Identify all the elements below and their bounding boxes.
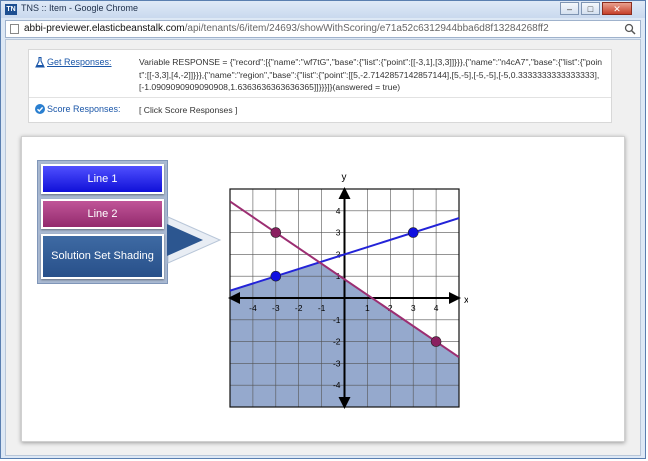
- get-responses-row: Get Responses: Variable RESPONSE = {"rec…: [29, 50, 611, 98]
- x-tick-label: 3: [411, 303, 416, 313]
- x-tick-label: -3: [272, 303, 280, 313]
- line-2-point: [430, 336, 442, 347]
- score-responses-row: Score Responses: [ Click Score Responses…: [29, 98, 611, 122]
- y-tick-label: -4: [333, 380, 341, 390]
- page-viewport: Get Responses: Variable RESPONSE = {"rec…: [5, 39, 641, 456]
- get-responses-link[interactable]: Get Responses:: [47, 57, 112, 67]
- x-tick-label: 1: [365, 303, 370, 313]
- line-1-point: [270, 270, 282, 282]
- y-tick-label: -2: [333, 337, 341, 347]
- x-axis-label: x: [464, 295, 468, 306]
- solution-shading-button[interactable]: Solution Set Shading: [41, 234, 164, 279]
- selected-tool-pointer-icon: [167, 216, 222, 264]
- y-tick-label: -3: [333, 358, 341, 368]
- line-2-button[interactable]: Line 2: [41, 199, 164, 229]
- address-bar[interactable]: abbi-previewer.elasticbeanstalk.com/api/…: [5, 20, 641, 38]
- score-result-text: [ Click Score Responses ]: [139, 105, 238, 115]
- url-path: /api/tenants/6/item/24693/showWithScorin…: [184, 23, 549, 34]
- close-button[interactable]: ✕: [602, 2, 632, 15]
- tool-palette: Line 1 Line 2 Solution Set Shading: [37, 160, 168, 284]
- app-logo-icon: TN: [5, 4, 17, 15]
- check-circle-icon: [35, 104, 45, 114]
- line-1-button[interactable]: Line 1: [41, 164, 164, 194]
- line-1-point: [407, 227, 419, 238]
- x-tick-label: -4: [249, 303, 257, 313]
- flask-icon: [35, 57, 45, 68]
- title-bar: TN TNS :: Item - Google Chrome – □ ✕: [1, 1, 645, 18]
- x-tick-label: 4: [434, 303, 439, 313]
- page-icon: [10, 24, 19, 34]
- maximize-button[interactable]: □: [581, 2, 600, 15]
- x-tick-label: -2: [295, 303, 303, 313]
- line-2-point: [270, 227, 282, 238]
- browser-window: TN TNS :: Item - Google Chrome – □ ✕ abb…: [0, 0, 646, 459]
- response-variable-text: Variable RESPONSE = {"record":[{"name":"…: [139, 57, 603, 92]
- y-axis-label: y: [342, 172, 347, 183]
- y-tick-label: 4: [336, 206, 341, 216]
- x-tick-label: -1: [318, 303, 326, 313]
- search-icon[interactable]: [624, 23, 636, 35]
- score-responses-link[interactable]: Score Responses:: [47, 104, 121, 114]
- response-panel: Get Responses: Variable RESPONSE = {"rec…: [28, 49, 612, 123]
- minimize-button[interactable]: –: [560, 2, 579, 15]
- graphing-item: Line 1 Line 2 Solution Set Shading x y -4 -…: [21, 136, 625, 442]
- window-title: TNS :: Item - Google Chrome: [21, 3, 139, 13]
- coordinate-graph[interactable]: xy-4 -3 -2 -1 1 2 3 4-4-3-2-11234: [220, 167, 468, 409]
- y-tick-label: -1: [333, 315, 341, 325]
- url-host: abbi-previewer.elasticbeanstalk.com: [24, 23, 185, 34]
- url-text[interactable]: abbi-previewer.elasticbeanstalk.com/api/…: [24, 23, 549, 34]
- y-tick-label: 3: [336, 228, 341, 238]
